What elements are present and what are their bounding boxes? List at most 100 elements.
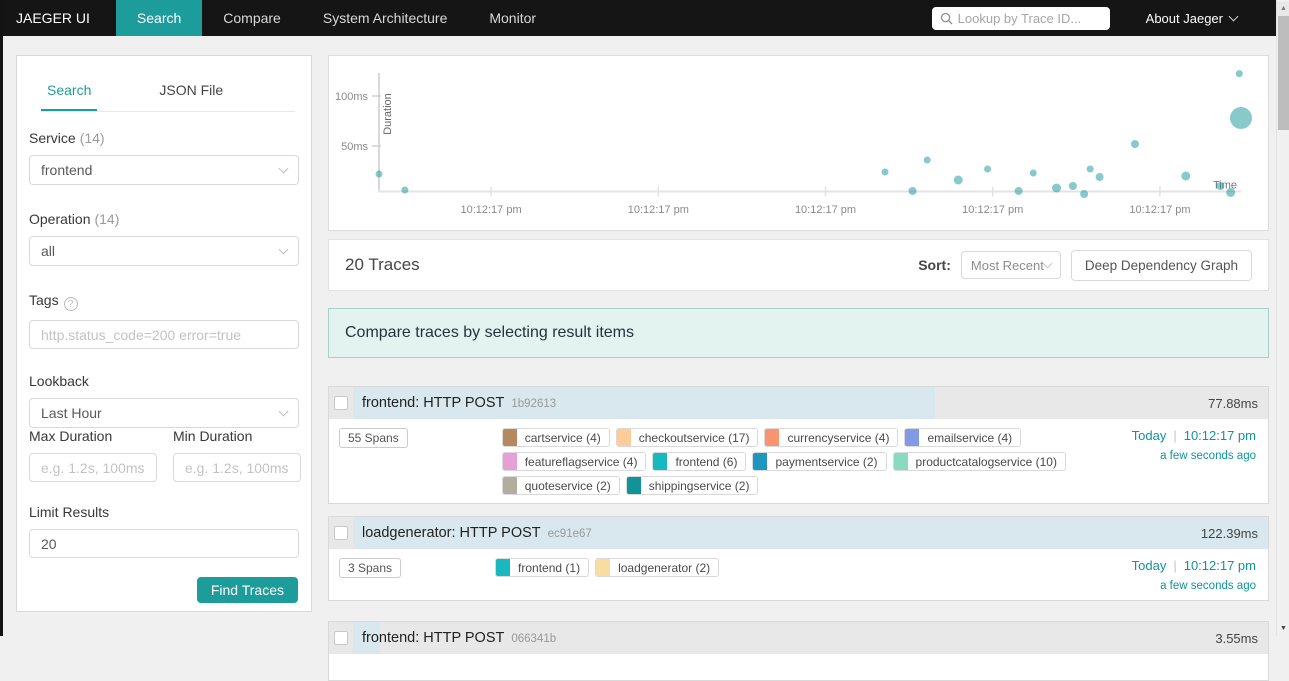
trace-title: frontend: HTTP POST — [362, 395, 505, 411]
trace-lookup-box[interactable] — [931, 6, 1134, 30]
service-tag: frontend (6) — [652, 452, 747, 471]
compare-banner: Compare traces by selecting result items — [328, 308, 1269, 358]
trace-lookup-input[interactable] — [957, 10, 1134, 26]
trace-title: frontend: HTTP POST — [362, 630, 505, 646]
trace-count: 20 Traces — [345, 255, 420, 274]
sort-select[interactable]: Most Recent — [960, 251, 1061, 279]
trace-header[interactable]: frontend: HTTP POST 1b92613 77.88ms — [329, 387, 1268, 419]
min-duration-input[interactable] — [173, 453, 301, 482]
search-panel: Search JSON File Service (14) frontend Op… — [16, 55, 312, 612]
trace-header[interactable]: frontend: HTTP POST 066341b 3.55ms — [329, 622, 1268, 654]
svg-text:10:12:17 pm: 10:12:17 pm — [628, 204, 689, 216]
scroll-down-arrow[interactable]: ▼ — [1277, 622, 1289, 636]
operation-label: Operation (14) — [29, 211, 120, 227]
app-brand: JAEGER UI — [16, 10, 90, 26]
service-tag: frontend (1) — [495, 558, 590, 577]
service-color-swatch — [496, 559, 511, 576]
search-panel-tabs: Search JSON File — [41, 72, 295, 112]
svg-text:Duration: Duration — [382, 93, 394, 135]
svg-text:10:12:17 pm: 10:12:17 pm — [460, 204, 521, 216]
trace-date: Today — [1131, 428, 1167, 443]
trace-duration: 122.39ms — [1200, 525, 1258, 541]
service-color-swatch — [905, 429, 920, 446]
span-count-badge: 3 Spans — [339, 558, 402, 578]
trace-relative-time: a few seconds ago — [1160, 580, 1256, 592]
tab-json-file[interactable]: JSON File — [153, 72, 229, 111]
window-edge — [0, 0, 3, 636]
tags-label: Tags? — [29, 292, 299, 311]
service-tag: paymentservice (2) — [752, 452, 887, 471]
trace-result-list: frontend: HTTP POST 1b92613 77.88ms 55 S… — [328, 386, 1269, 681]
results-header: 20 Traces Sort: Most Recent Deep Depende… — [328, 239, 1269, 291]
service-color-swatch — [616, 429, 631, 446]
service-color-swatch — [502, 477, 517, 494]
service-tag: emailservice (4) — [904, 428, 1022, 447]
trace-time: 10:12:17 pm — [1183, 428, 1256, 443]
lookback-select[interactable]: Last Hour — [29, 398, 299, 428]
operation-select[interactable]: all — [29, 236, 299, 266]
sort-label: Sort: — [918, 257, 951, 273]
tags-input[interactable] — [29, 320, 299, 349]
service-color-swatch — [502, 453, 517, 470]
service-tag-list: frontend (1) loadgenerator (2) — [495, 558, 720, 577]
trace-header[interactable]: loadgenerator: HTTP POST ec91e67 122.39m… — [329, 517, 1268, 549]
trace-result-item[interactable]: frontend: HTTP POST 1b92613 77.88ms 55 S… — [328, 386, 1269, 504]
limit-results-label: Limit Results — [29, 504, 110, 520]
lookback-label: Lookback — [29, 373, 89, 389]
chevron-down-icon — [278, 406, 289, 416]
service-tag: checkoutservice (17) — [615, 428, 759, 447]
trace-title: loadgenerator: HTTP POST — [362, 525, 541, 541]
trace-date: Today — [1131, 558, 1167, 573]
trace-select-checkbox[interactable] — [334, 631, 348, 645]
service-tag: currencyservice (4) — [764, 428, 899, 447]
trace-result-item[interactable]: frontend: HTTP POST 066341b 3.55ms — [328, 621, 1269, 681]
trace-select-checkbox[interactable] — [334, 526, 348, 540]
about-jaeger-menu[interactable]: About Jaeger — [1146, 11, 1239, 26]
scroll-up-arrow[interactable]: ▲ — [1277, 2, 1289, 16]
scrollbar-thumb[interactable] — [1278, 16, 1289, 130]
svg-text:100ms: 100ms — [335, 91, 369, 103]
max-duration-input[interactable] — [29, 453, 157, 482]
service-tag: shippingservice (2) — [625, 476, 759, 495]
service-color-swatch — [753, 453, 768, 470]
tab-search[interactable]: Search — [41, 72, 98, 111]
chevron-down-icon — [1228, 11, 1239, 21]
max-duration-label: Max Duration — [29, 428, 113, 444]
trace-duration: 3.55ms — [1215, 630, 1258, 646]
service-color-swatch — [626, 477, 641, 494]
svg-text:10:12:17 pm: 10:12:17 pm — [1129, 204, 1190, 216]
span-count-badge: 55 Spans — [339, 428, 408, 448]
nav-tab-search[interactable]: Search — [115, 0, 203, 36]
service-tag: cartservice (4) — [501, 428, 610, 447]
service-color-swatch — [893, 453, 908, 470]
service-color-swatch — [596, 559, 611, 576]
service-select[interactable]: frontend — [29, 155, 299, 185]
trace-id: 066341b — [511, 633, 557, 645]
scrollbar[interactable]: ▲ ▼ — [1276, 0, 1289, 636]
trace-id: ec91e67 — [547, 528, 592, 540]
find-traces-button[interactable]: Find Traces — [196, 577, 298, 603]
duration-scatter-plot[interactable]: 100ms 50ms Duration 10:12:17 pm 10:12:17 pm 1… — [328, 55, 1269, 231]
service-color-swatch — [502, 429, 517, 446]
limit-results-input[interactable] — [29, 529, 299, 558]
service-color-swatch — [653, 453, 668, 470]
nav-tab-compare[interactable]: Compare — [202, 0, 302, 36]
trace-select-checkbox[interactable] — [334, 396, 348, 410]
service-tag: quoteservice (2) — [501, 476, 620, 495]
chevron-down-icon — [278, 163, 289, 173]
trace-time: 10:12:17 pm — [1183, 558, 1256, 573]
nav-tab-system-architecture[interactable]: System Architecture — [302, 0, 469, 36]
min-duration-label: Min Duration — [173, 428, 253, 444]
search-icon — [940, 12, 953, 25]
service-tag-list: cartservice (4) checkoutservice (17) curre… — [501, 428, 1132, 495]
svg-text:10:12:17 pm: 10:12:17 pm — [962, 204, 1023, 216]
help-icon[interactable]: ? — [63, 297, 78, 311]
trace-result-item[interactable]: loadgenerator: HTTP POST ec91e67 122.39m… — [328, 516, 1269, 601]
service-tag: productcatalogservice (10) — [892, 452, 1066, 471]
trace-duration: 77.88ms — [1208, 395, 1258, 411]
service-label: Service (14) — [29, 130, 105, 146]
trace-id: 1b92613 — [511, 398, 557, 410]
nav-tab-monitor[interactable]: Monitor — [468, 0, 557, 36]
deep-dependency-graph-button[interactable]: Deep Dependency Graph — [1070, 249, 1252, 281]
svg-text:10:12:17 pm: 10:12:17 pm — [795, 204, 856, 216]
